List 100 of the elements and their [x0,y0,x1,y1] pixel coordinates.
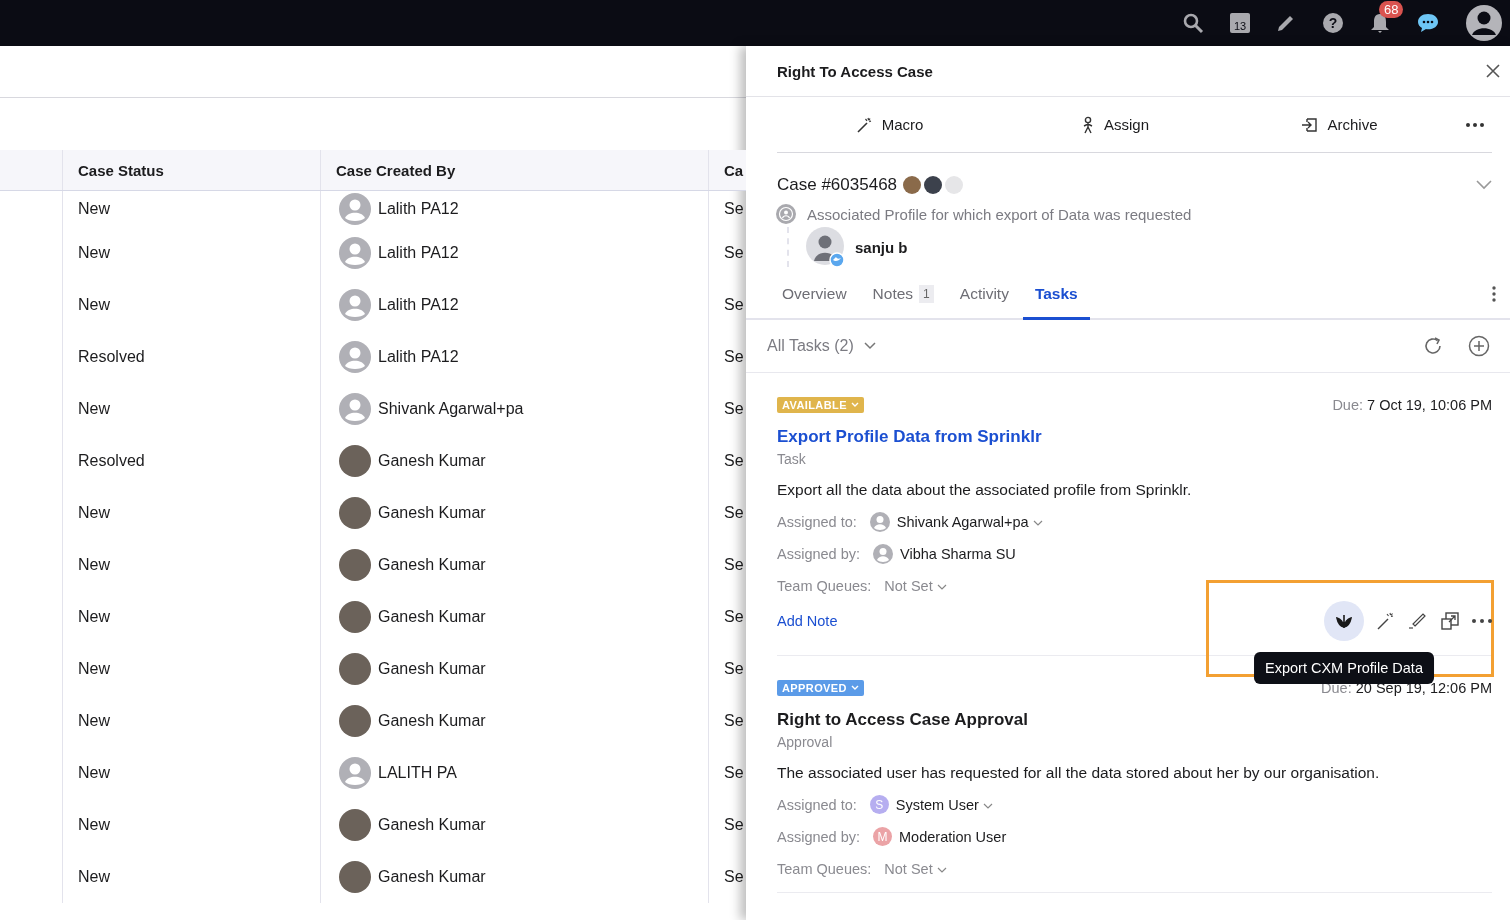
chevron-down-icon [1032,519,1043,526]
chevron-down-icon [936,866,947,873]
help-icon[interactable]: ? [1322,12,1344,34]
avatar-photo-placeholder [339,497,371,529]
pencil-icon[interactable] [1408,611,1428,631]
chevron-down-icon[interactable] [1476,180,1492,190]
archive-icon [1301,115,1320,134]
archive-button[interactable]: Archive [1227,111,1452,138]
table-cell: Se [724,452,744,470]
notification-count: 68 [1379,1,1404,18]
column-header[interactable]: Case Created By [321,150,709,190]
chevron-down-icon [863,342,876,350]
field-value[interactable]: Not Set [884,860,947,877]
export-icon[interactable] [1324,601,1364,641]
bell-icon[interactable] [1370,12,1390,34]
field-value[interactable]: Vibha Sharma SU [900,545,1016,562]
open-external-icon[interactable] [1440,611,1460,631]
tab[interactable]: Tasks [1022,270,1090,320]
creator-name: Ganesh Kumar [378,452,486,470]
avatar-placeholder [945,176,964,194]
add-note-link[interactable]: Add Note [777,613,838,629]
column-header[interactable]: Case Status [63,150,321,190]
creator-name: Shivank Agarwal+pa [378,400,524,418]
close-icon[interactable] [1486,64,1500,78]
user-avatar-icon[interactable] [1466,5,1502,41]
avatar-icon [339,237,371,269]
status-cell: Resolved [78,348,145,366]
creator-name: Lalith PA12 [378,296,459,314]
tooltip: Export CXM Profile Data [1254,652,1434,684]
search-icon[interactable] [1182,12,1204,34]
field-value[interactable]: Moderation User [899,828,1007,845]
table-cell: Se [724,296,744,314]
profile-name[interactable]: sanju b [855,238,908,256]
status-cell: New [78,200,110,218]
table-cell: Se [724,400,744,418]
avatar-photo-placeholder [339,705,371,737]
add-icon[interactable] [1468,335,1490,357]
field-value[interactable]: Shivank Agarwal+pa [896,513,1043,530]
task-title[interactable]: Right to Access Case Approval [777,710,1492,730]
creator-name: Lalith PA12 [378,200,459,218]
panel-title: Right To Access Case [777,62,933,80]
creator-name: Lalith PA12 [378,244,459,262]
table-cell: Se [724,556,744,574]
avatar-icon [339,757,371,789]
table-cell: Se [724,868,744,886]
task-filter-dropdown[interactable]: All Tasks (2) [767,337,876,355]
field-label: Assigned by: [777,828,861,845]
magic-wand-icon [855,115,874,134]
assign-button[interactable]: Assign [1002,111,1227,138]
magic-wand-icon[interactable] [1376,611,1396,631]
avatar-icon [339,193,371,225]
due-date: 7 Oct 19, 10:06 PM [1367,397,1492,413]
field-value[interactable]: Not Set [884,577,947,594]
task-type: Approval [777,734,834,750]
field-label: Team Queues: [777,577,872,594]
column-header[interactable]: Ca [709,150,746,190]
field-label: Team Queues: [777,860,872,877]
status-cell: New [78,712,110,730]
avatar-initial: M [873,827,893,846]
profile-icon [776,204,796,224]
more-icon[interactable] [1466,122,1484,127]
status-cell: New [78,816,110,834]
chevron-down-icon [936,583,947,590]
profile-avatar-icon [806,227,846,267]
calendar-icon[interactable]: 13 [1230,13,1250,33]
tab[interactable]: Notes 1 [860,270,946,320]
tab[interactable]: Overview [770,270,859,320]
table-cell: Se [724,244,744,262]
creator-name: Ganesh Kumar [378,712,486,730]
avatar-icon [339,289,371,321]
more-icon[interactable] [1472,619,1492,623]
status-cell: New [78,764,110,782]
chat-icon[interactable] [1416,12,1440,34]
creator-name: LALITH PA [378,764,457,782]
refresh-icon[interactable] [1422,335,1444,357]
field-value[interactable]: System User [895,796,993,813]
avatar-photo-placeholder [339,653,371,685]
tab[interactable]: Activity [947,270,1021,320]
avatar-icon [339,393,371,425]
status-cell: New [78,556,110,574]
avatar-photo-placeholder [339,445,371,477]
table-cell: Se [724,764,744,782]
table-cell: Se [724,712,744,730]
status-cell: New [78,400,110,418]
status-cell: New [78,504,110,522]
status-cell: New [78,296,110,314]
status-cell: New [78,244,110,262]
task-title[interactable]: Export Profile Data from Sprinklr [777,427,1492,447]
status-cell: New [78,608,110,626]
kebab-menu-icon[interactable] [1492,286,1496,302]
due-label: Due: [1332,397,1364,413]
pencil-icon[interactable] [1276,13,1296,33]
avatar-icon [869,511,890,532]
task-description: The associated user has requested for all the data stored about her by our organisation. [777,764,1381,782]
table-cell: Se [724,816,744,834]
avatar-photo-placeholder [903,176,922,194]
avatar-photo-placeholder [339,549,371,581]
creator-name: Ganesh Kumar [378,608,486,626]
field-label: Assigned to: [777,796,857,813]
macro-button[interactable]: Macro [777,111,1002,138]
